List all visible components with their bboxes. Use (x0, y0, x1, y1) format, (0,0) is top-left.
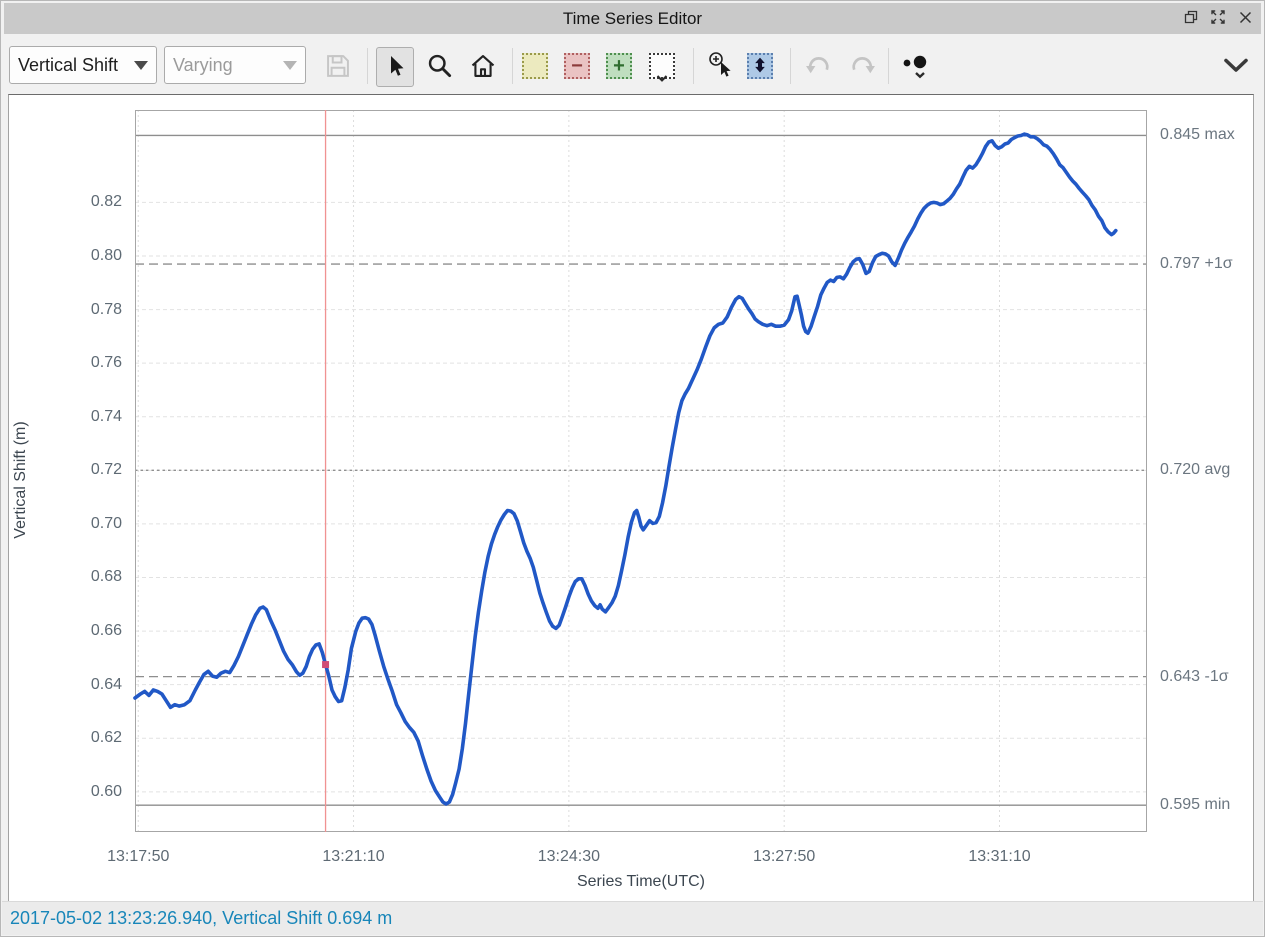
x-tick-label: 13:21:10 (322, 848, 385, 865)
toolbar-separator (512, 48, 513, 84)
toolbar-separator (367, 48, 368, 84)
dots-icon (900, 51, 936, 84)
y-axis-title: Vertical Shift (m) (12, 421, 29, 539)
plot-border (135, 110, 1147, 832)
mode-dropdown-value: Varying (173, 54, 233, 75)
y-tick-label: 0.82 (90, 193, 122, 211)
save-button[interactable] (318, 47, 358, 87)
y-tick-label: 0.68 (90, 568, 122, 586)
window-title: Time Series Editor (562, 8, 703, 28)
x-tick-label: 13:17:50 (107, 848, 170, 865)
chart-panel: Vertical Shift (m) Series Time(UTC) 0.82… (8, 94, 1254, 904)
y-tick-label: 0.62 (90, 729, 122, 747)
x-tick-label: 13:31:10 (968, 848, 1031, 865)
time-series-editor-window: Time Series Editor Vertical Shift Varyin… (0, 0, 1265, 937)
y-tick-label: 0.72 (90, 461, 122, 479)
redo-arrow-icon (847, 52, 877, 82)
y-tick-label: 0.80 (90, 247, 122, 264)
x-tick-label: 13:24:30 (537, 848, 600, 865)
toolbar: Vertical Shift Varying − + (4, 34, 1261, 94)
toolbar-separator (790, 48, 791, 84)
cursor-marker[interactable] (322, 661, 330, 669)
title-bar: Time Series Editor (4, 3, 1261, 34)
y-tick-label: 0.70 (90, 514, 122, 532)
x-tick-label: 13:27:50 (753, 848, 816, 865)
region-highlight-button[interactable] (522, 53, 548, 79)
dotted-box-minus-icon: − (571, 54, 583, 77)
y-tick-label: 0.74 (90, 407, 122, 425)
magnifier-plus-cursor-icon (706, 50, 738, 85)
floppy-disk-icon (324, 52, 352, 83)
x-icon (1239, 11, 1252, 27)
stat-line-label: 0.845 max (1160, 126, 1235, 144)
region-add-button[interactable]: + (606, 53, 632, 79)
redo-button[interactable] (842, 47, 882, 87)
toolbar-separator (693, 48, 694, 84)
chevron-down-icon (656, 71, 668, 86)
chevron-down-icon (283, 60, 297, 70)
mode-dropdown[interactable]: Varying (164, 46, 306, 84)
cursor-arrow-icon (383, 54, 407, 81)
collapse-toolbar-button[interactable] (1220, 47, 1252, 87)
vertical-range-button[interactable] (747, 53, 773, 79)
region-select-button[interactable] (649, 53, 675, 82)
close-window-button[interactable] (1237, 11, 1253, 27)
float-window-button[interactable] (1183, 10, 1199, 27)
undo-button[interactable] (799, 47, 839, 87)
status-bar: 2017-05-02 13:23:26.940, Vertical Shift … (2, 901, 1263, 935)
titlebar-controls (1183, 3, 1253, 34)
region-remove-button[interactable]: − (564, 53, 590, 79)
stat-line-label: 0.797 +1σ (1160, 255, 1233, 273)
stat-line-label: 0.720 avg (1160, 461, 1231, 479)
zoom-tool-button[interactable] (419, 47, 459, 87)
chevron-down-icon (1223, 58, 1249, 76)
y-tick-label: 0.78 (90, 300, 122, 318)
house-icon (469, 52, 497, 83)
stat-line-label: 0.595 min (1160, 796, 1231, 814)
y-tick-label: 0.66 (90, 622, 122, 640)
plot-area[interactable] (133, 110, 1147, 832)
toolbar-separator (888, 48, 889, 84)
home-button[interactable] (462, 47, 504, 87)
y-tick-label: 0.60 (90, 782, 122, 800)
stat-line-label: 0.643 -1σ (1160, 667, 1229, 685)
maximize-window-button[interactable] (1210, 10, 1226, 27)
y-tick-label: 0.64 (90, 675, 122, 693)
select-tool-button[interactable] (376, 47, 414, 87)
vertical-arrows-icon (753, 56, 767, 77)
point-display-button[interactable] (897, 47, 939, 87)
chevron-down-icon (134, 60, 148, 70)
x-axis-title: Series Time(UTC) (576, 873, 705, 890)
float-window-icon (1184, 10, 1198, 27)
dotted-box-plus-icon: + (613, 54, 625, 77)
status-text: 2017-05-02 13:23:26.940, Vertical Shift … (10, 908, 393, 928)
expand-arrows-icon (1211, 10, 1225, 27)
magnifier-icon (426, 52, 453, 82)
series-dropdown-value: Vertical Shift (18, 54, 119, 75)
y-tick-label: 0.76 (90, 354, 122, 372)
series-line (133, 132, 1118, 806)
undo-arrow-icon (804, 52, 834, 82)
series-dropdown[interactable]: Vertical Shift (9, 46, 157, 84)
zoom-in-pointer-button[interactable] (701, 47, 743, 87)
